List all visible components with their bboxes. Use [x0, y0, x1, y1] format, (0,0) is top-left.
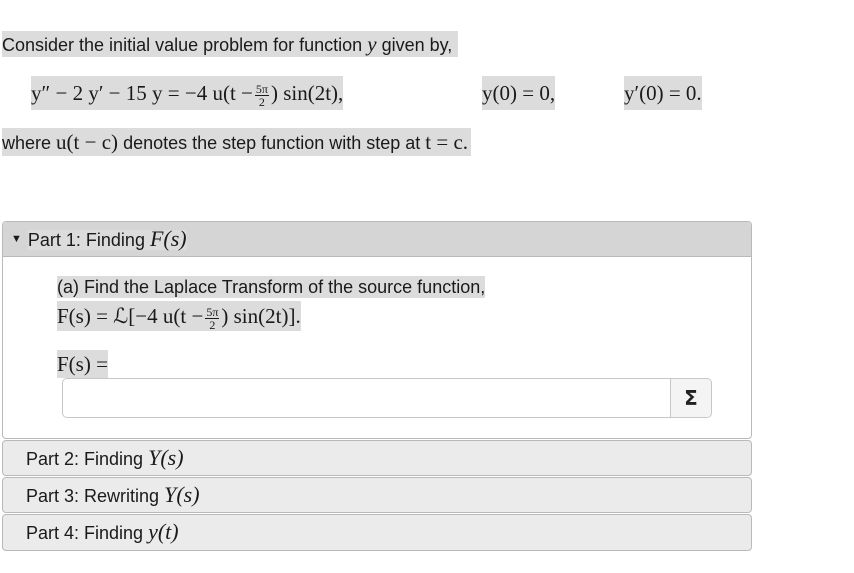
part-4-header[interactable]: Part 4: Finding y(t): [2, 514, 752, 551]
laplace-formula: F(s) = ℒ[−4 u(t −5π 2) sin(2t)].: [57, 301, 301, 331]
part-2-label: Part 2: Finding: [26, 449, 144, 469]
part-3-math: Y(s): [164, 482, 200, 507]
where-middle: denotes the step function with step at: [123, 133, 421, 153]
where-prefix: where: [2, 133, 52, 153]
where-expr: u(t − c): [56, 130, 119, 154]
sigma-button[interactable]: Σ: [670, 379, 711, 417]
intro-prefix: Consider the initial value problem for f…: [2, 35, 363, 55]
formula-fraction: 5π 2: [205, 304, 220, 332]
part-4-label: Part 4: Finding: [26, 523, 144, 543]
formula-frac-den: 2: [209, 317, 216, 332]
where-cond: t = c.: [425, 130, 469, 154]
formula-lhs: F(s) = ℒ[−4 u(t −: [57, 304, 204, 328]
part-2-title: Part 2: Finding Y(s): [3, 441, 751, 475]
where-text: where u(t − c) denotes the step function…: [2, 128, 472, 156]
answer-input[interactable]: [63, 379, 671, 417]
initial-condition-1: y(0) = 0,: [482, 76, 556, 110]
intro-suffix: given by,: [381, 35, 453, 55]
ode-rhs: ) sin(2t),: [270, 81, 344, 105]
question-text: (a) Find the Laplace Transform of the so…: [57, 276, 486, 298]
answer-field: Σ: [62, 378, 712, 418]
part-4-math: y(t): [148, 519, 179, 544]
part-1-math: F(s): [149, 226, 187, 251]
part-3-label: Part 3: Rewriting: [26, 486, 160, 506]
ode-fraction: 5π 2: [254, 81, 269, 109]
part-2-math: Y(s): [148, 445, 184, 470]
part-3-header[interactable]: Part 3: Rewriting Y(s): [2, 477, 752, 513]
part-1-panel: ▼ Part 1: Finding F(s) (a) Find the Lapla…: [2, 221, 752, 439]
part-1-title: Part 1: Finding F(s): [27, 226, 187, 251]
answer-label: F(s) =: [57, 350, 108, 378]
part-3-title: Part 3: Rewriting Y(s): [3, 478, 751, 512]
part-1-header[interactable]: ▼ Part 1: Finding F(s): [3, 222, 751, 257]
part-2-header[interactable]: Part 2: Finding Y(s): [2, 440, 752, 476]
part-4-title: Part 4: Finding y(t): [3, 515, 751, 549]
intro-text: Consider the initial value problem for f…: [2, 31, 459, 57]
ode-frac-num: 5π: [254, 81, 269, 96]
initial-condition-2: y′(0) = 0.: [624, 76, 702, 110]
caret-down-icon[interactable]: ▼: [11, 233, 22, 245]
part-1-label: Part 1: Finding: [27, 230, 145, 250]
formula-rhs: ) sin(2t)].: [221, 304, 301, 328]
ode-lhs: y″ − 2 y′ − 15 y = −4 u(t −: [31, 81, 253, 105]
ode-main: y″ − 2 y′ − 15 y = −4 u(t −5π 2) sin(2t),: [31, 76, 344, 110]
ode-frac-den: 2: [258, 94, 265, 109]
formula-frac-num: 5π: [205, 304, 220, 319]
intro-var: y: [367, 32, 377, 56]
